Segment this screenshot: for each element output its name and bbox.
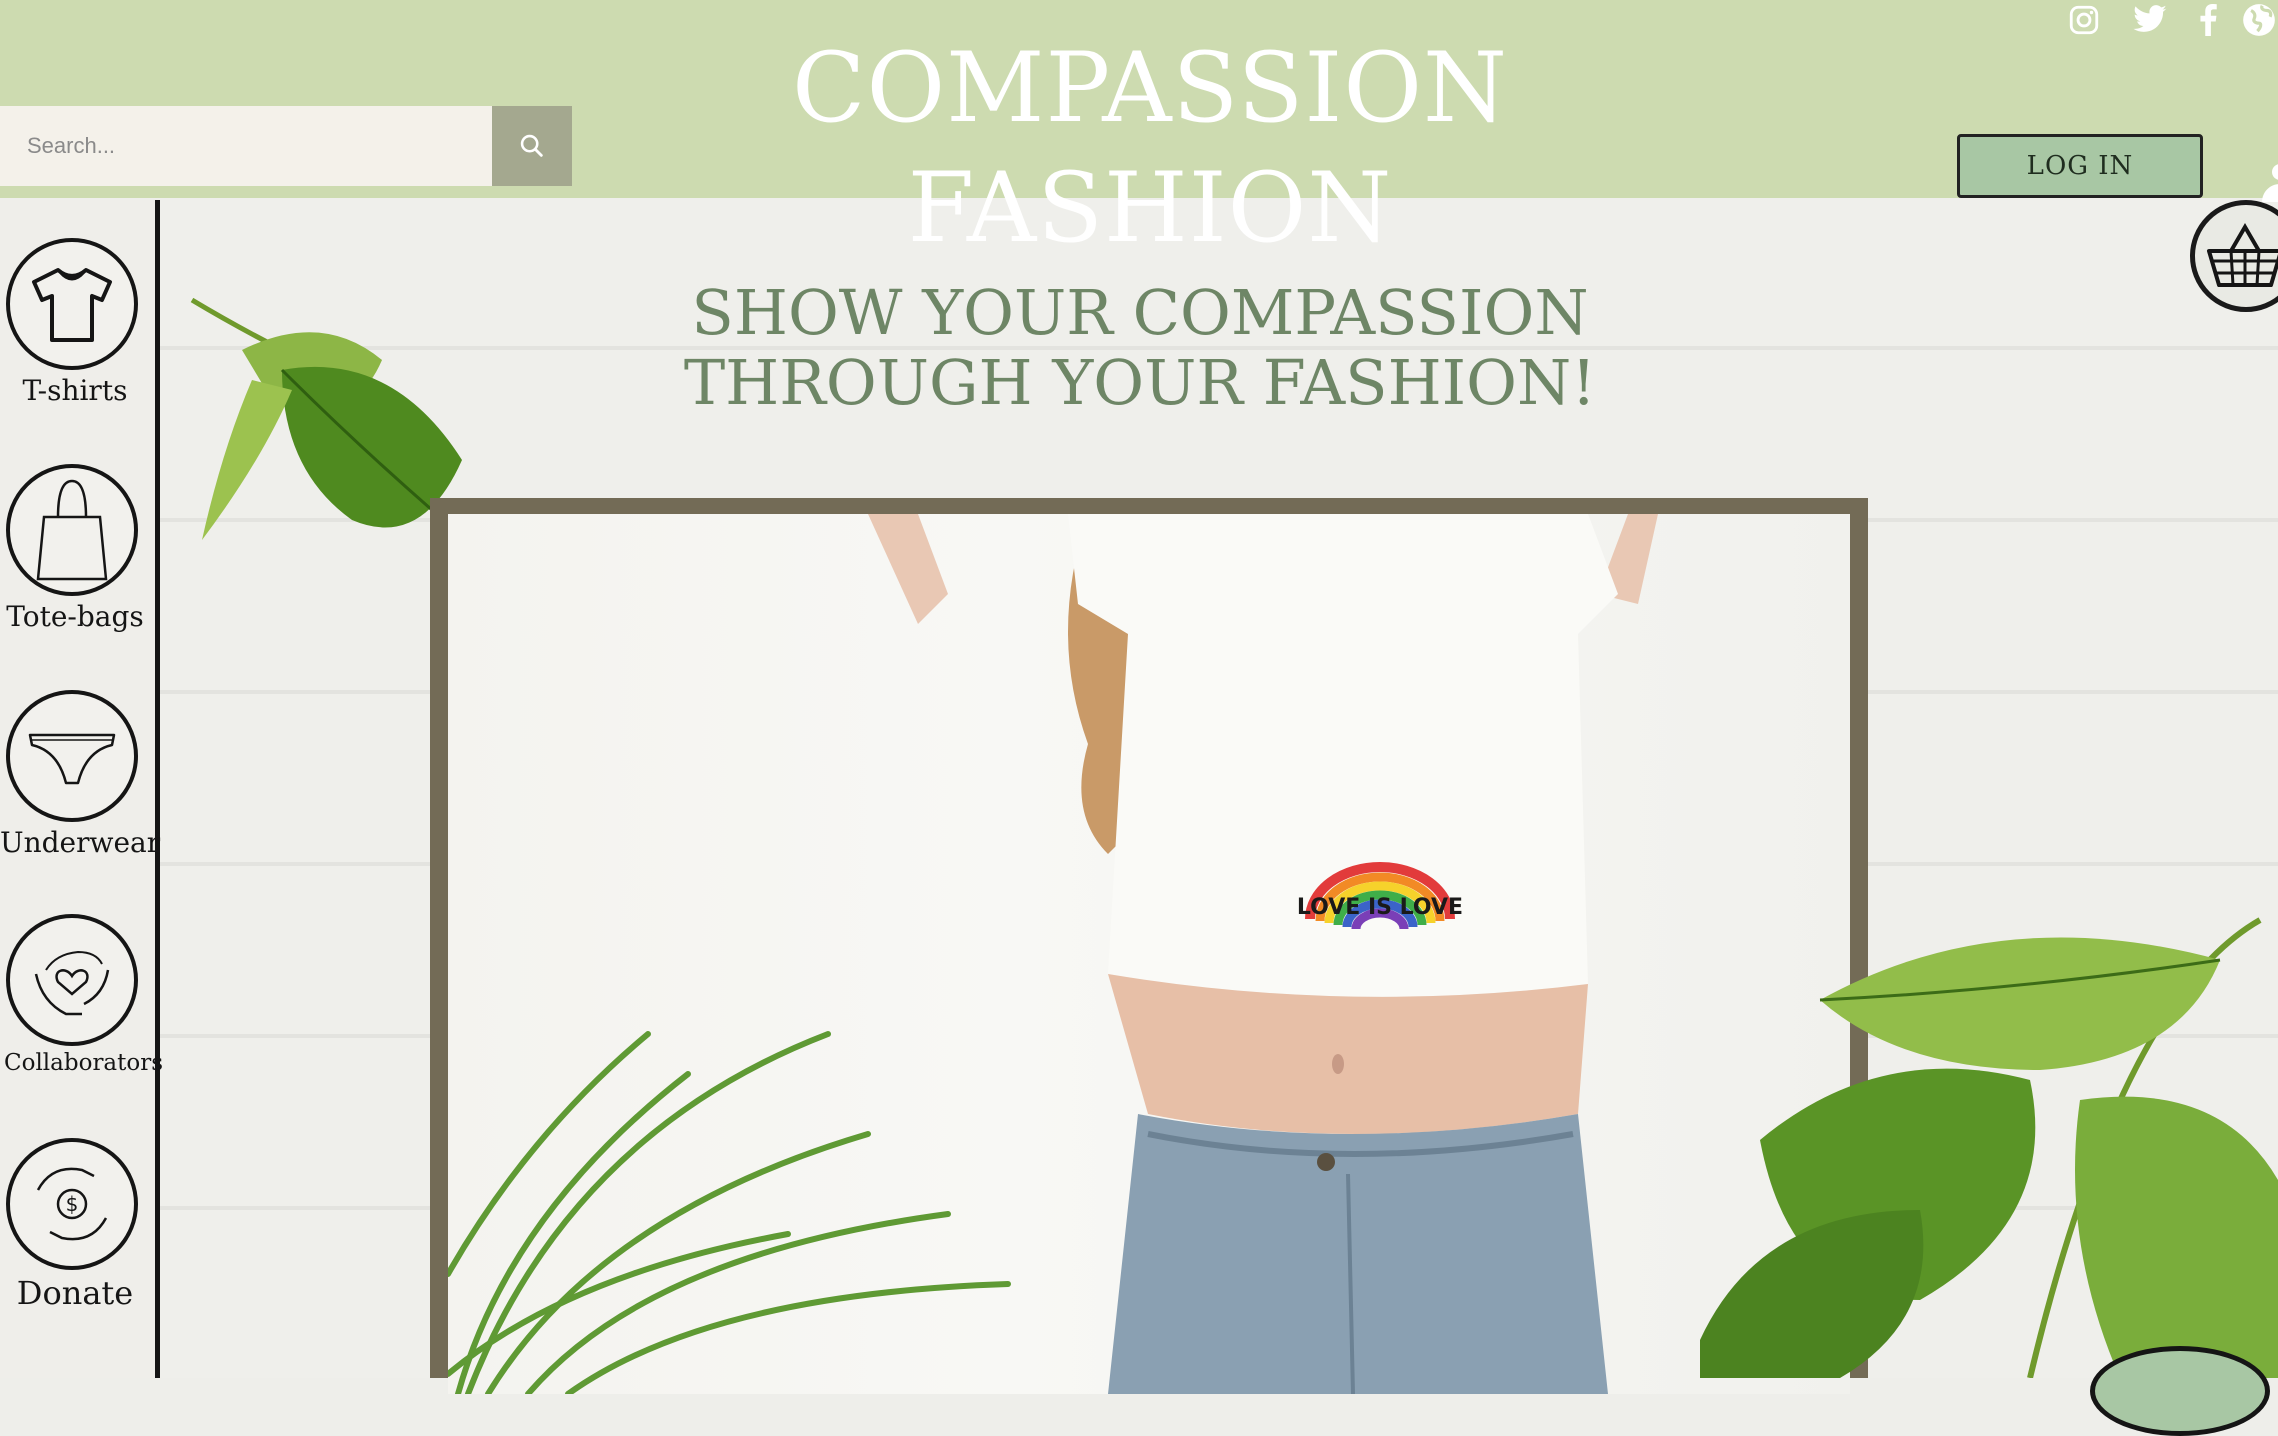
- search-button[interactable]: [492, 106, 572, 186]
- model-illustration: LOVE IS LOVE: [448, 514, 1658, 1394]
- hands-coin-icon: $: [36, 1167, 108, 1241]
- shirt-print-text: LOVE IS LOVE: [1297, 895, 1463, 920]
- tagline-line-2: THROUGH YOUR FASHION!: [683, 346, 1597, 419]
- sidebar-item-label: Donate: [16, 1274, 134, 1312]
- hands-heart-icon: [34, 950, 110, 1016]
- hero-photo-frame: LOVE IS LOVE: [430, 498, 1868, 1394]
- search-input[interactable]: [0, 106, 492, 186]
- tote-bag-icon: [36, 479, 108, 581]
- sidebar-item-underwear[interactable]: Underwear: [0, 690, 161, 859]
- instagram-icon[interactable]: [2064, 2, 2104, 38]
- hero-photo: LOVE IS LOVE: [448, 514, 1850, 1394]
- search-icon: [520, 134, 543, 157]
- chat-button[interactable]: [2090, 1346, 2270, 1436]
- sidebar-item-label: Tote-bags: [6, 600, 144, 633]
- sidebar-item-label: Collaborators: [4, 1050, 164, 1076]
- basket-icon: [2207, 223, 2278, 287]
- category-sidebar: T-shirts Tote-bags Underwear Collaborato…: [0, 200, 164, 1378]
- tshirt-icon: [32, 268, 112, 342]
- tagline-line-1: SHOW YOUR COMPASSION: [691, 276, 1589, 349]
- twitter-icon[interactable]: [2130, 2, 2170, 38]
- sidebar-item-tote-bags[interactable]: Tote-bags: [0, 464, 150, 633]
- sidebar-item-label: T-shirts: [22, 374, 128, 407]
- leaf-decoration: [1700, 917, 2278, 1378]
- sidebar-item-label: Underwear: [0, 826, 161, 859]
- globe-icon[interactable]: [2240, 2, 2278, 38]
- search-bar: [0, 106, 572, 186]
- sidebar-item-collaborators[interactable]: Collaborators: [0, 914, 164, 1076]
- account-icon[interactable]: [2258, 162, 2278, 202]
- hero-tagline: SHOW YOUR COMPASSION THROUGH YOUR FASHIO…: [600, 278, 1680, 418]
- login-button[interactable]: LOG IN: [1957, 134, 2203, 198]
- underwear-icon: [28, 733, 116, 785]
- sidebar-item-tshirts[interactable]: T-shirts: [0, 238, 150, 407]
- facebook-icon[interactable]: [2188, 2, 2228, 38]
- site-title: COMPASSION FASHION: [791, 32, 1509, 264]
- site-header: COMPASSION FASHION LOG IN: [0, 0, 2278, 264]
- sidebar-item-donate[interactable]: $ Donate: [0, 1138, 150, 1312]
- svg-text:$: $: [66, 1192, 79, 1216]
